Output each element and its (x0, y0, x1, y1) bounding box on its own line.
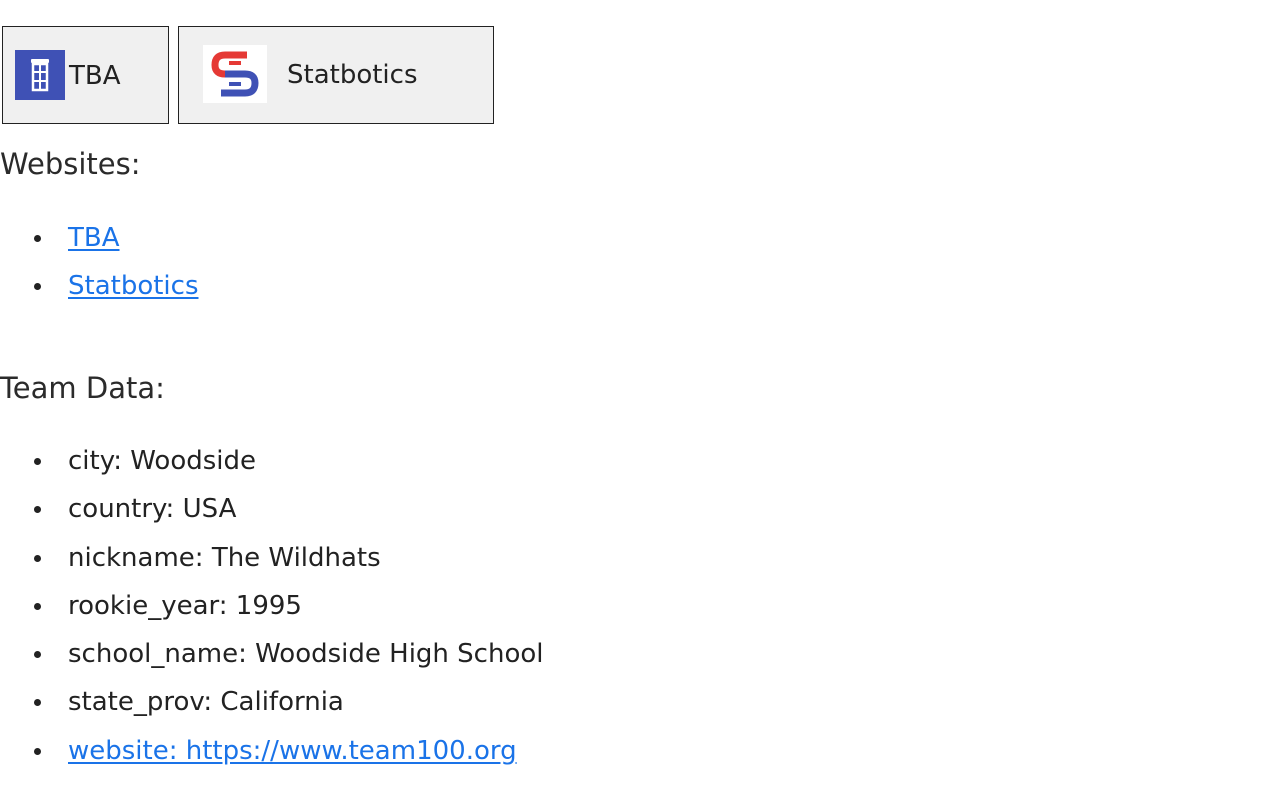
team-data-website: website: https://www.team100.org (0, 727, 544, 775)
tba-button[interactable]: TBA (2, 26, 169, 124)
team-data-rookie-year: rookie_year: 1995 (0, 582, 544, 630)
team-data-school-name: school_name: Woodside High School (0, 630, 544, 678)
tba-tower-icon (15, 50, 65, 100)
page: TBA Statbotics Websites: TBA Statbotics (0, 0, 1280, 800)
team-website-link[interactable]: website: https://www.team100.org (68, 736, 517, 766)
websites-heading: Websites: (0, 147, 141, 181)
statbotics-link[interactable]: Statbotics (68, 271, 199, 301)
team-data-list: city: Woodside country: USA nickname: Th… (0, 437, 544, 775)
websites-list: TBA Statbotics (0, 214, 199, 311)
tba-link[interactable]: TBA (68, 223, 120, 253)
team-data-country: country: USA (0, 485, 544, 533)
list-item: Statbotics (0, 262, 199, 310)
tba-button-label: TBA (69, 61, 121, 91)
team-data-city: city: Woodside (0, 437, 544, 485)
statbotics-logo-icon (203, 45, 267, 103)
list-item: TBA (0, 214, 199, 262)
team-data-nickname: nickname: The Wildhats (0, 534, 544, 582)
statbotics-button[interactable]: Statbotics (178, 26, 494, 124)
team-data-heading: Team Data: (0, 371, 165, 405)
team-data-state-prov: state_prov: California (0, 678, 544, 726)
statbotics-button-label: Statbotics (287, 60, 418, 90)
